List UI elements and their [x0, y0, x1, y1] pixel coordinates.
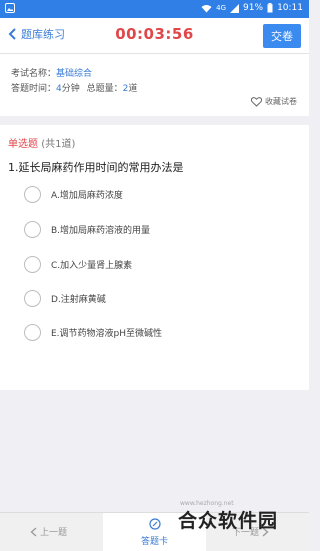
- exam-meta-row: 答题时间：4分钟 总题量：2道: [11, 81, 137, 94]
- option-label: C.加入少量肾上腺素: [51, 260, 133, 271]
- favorite-exam-button[interactable]: 收藏试卷: [251, 96, 297, 107]
- total-label: 总题量：: [86, 84, 123, 94]
- heart-icon: [251, 96, 262, 107]
- question-type: 单选题 (共1道): [8, 135, 75, 150]
- question-text: 1.延长局麻药作用时间的常用办法是: [8, 161, 184, 174]
- battery-level: 91%: [243, 3, 264, 13]
- app-header: 题库练习 00:03:56 交卷: [0, 18, 309, 54]
- clock: 10:11: [277, 3, 303, 13]
- radio-button[interactable]: [24, 289, 41, 307]
- option-c[interactable]: C.加入少量肾上腺素: [24, 254, 132, 274]
- battery-icon: [267, 3, 273, 13]
- answer-card-icon: [149, 518, 161, 530]
- option-e[interactable]: E.调节药物溶液pH至微碱性: [24, 322, 162, 342]
- watermark-text: 合众软件园: [178, 510, 279, 532]
- exam-info-panel: 考试名称：基础综合 答题时间：4分钟 总题量：2道 收藏试卷: [0, 54, 309, 116]
- status-right: 4G 91% 10:11: [201, 3, 303, 13]
- answer-card-label: 答题卡: [140, 537, 168, 547]
- question-type-label: 单选题: [8, 139, 38, 150]
- option-label: D.注射麻黄碱: [51, 294, 106, 305]
- signal-icon: [230, 3, 240, 13]
- submit-exam-button[interactable]: 交卷: [263, 24, 301, 48]
- option-d[interactable]: D.注射麻黄碱: [24, 288, 106, 308]
- option-a[interactable]: A.增加局麻药浓度: [24, 184, 123, 204]
- answer-time-label: 答题时间：: [11, 84, 57, 94]
- favorite-label: 收藏试卷: [265, 97, 297, 106]
- status-bar: 4G 91% 10:11: [0, 0, 309, 18]
- radio-button[interactable]: [24, 323, 41, 341]
- status-left-icons: [5, 3, 15, 16]
- option-label: B.增加局麻药溶液的用量: [51, 225, 151, 236]
- watermark-url: www.hezhong.net: [180, 500, 234, 507]
- chevron-left-icon: [30, 527, 37, 536]
- answer-time-unit: 分钟: [61, 84, 80, 94]
- back-label: 题库练习: [21, 28, 65, 41]
- exam-name-value: 基础综合: [56, 69, 93, 79]
- prev-question-button[interactable]: 上一题: [30, 525, 67, 538]
- question-type-count: (共1道): [41, 139, 76, 150]
- wifi-icon: [201, 4, 212, 12]
- back-button[interactable]: 题库练习: [8, 26, 65, 42]
- chevron-left-icon: [8, 28, 16, 40]
- exam-name-row: 考试名称：基础综合: [11, 66, 92, 79]
- question-panel: 单选题 (共1道) 1.延长局麻药作用时间的常用办法是 A.增加局麻药浓度 B.…: [0, 125, 309, 390]
- radio-button[interactable]: [24, 185, 41, 203]
- total-unit: 道: [128, 84, 138, 94]
- option-b[interactable]: B.增加局麻药溶液的用量: [24, 219, 150, 239]
- gallery-icon: [5, 3, 15, 13]
- prev-label: 上一题: [40, 528, 68, 538]
- option-label: E.调节药物溶液pH至微碱性: [51, 328, 163, 339]
- option-label: A.增加局麻药浓度: [51, 190, 123, 201]
- radio-button[interactable]: [24, 255, 41, 273]
- exam-name-label: 考试名称：: [11, 69, 57, 79]
- network-type: 4G: [216, 4, 227, 12]
- radio-button[interactable]: [24, 220, 41, 238]
